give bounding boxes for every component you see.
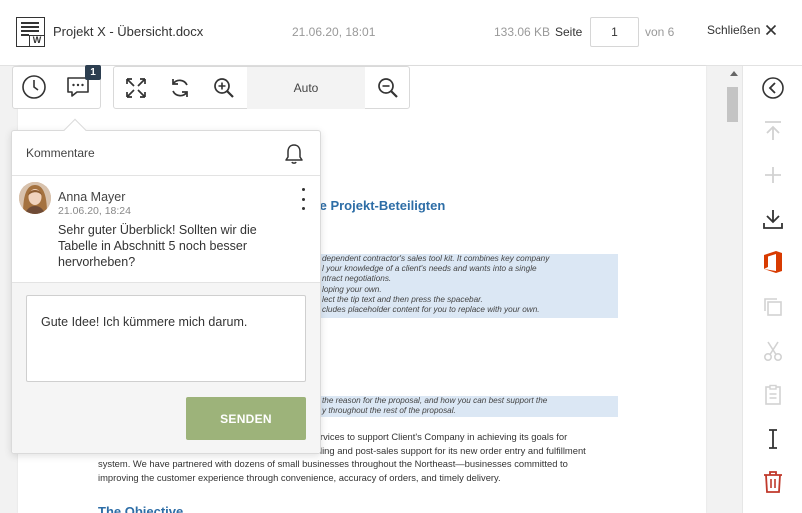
zoom-out-icon <box>378 78 398 98</box>
scissors-icon <box>763 341 783 362</box>
copy-icon <box>764 298 782 316</box>
file-name: Projekt X - Übersicht.docx <box>53 24 204 39</box>
tip-line: dependent contractor's sales tool kit. I… <box>322 254 550 263</box>
close-label: Schließen <box>707 23 761 37</box>
rename-button[interactable] <box>750 424 796 454</box>
comment-author: Anna Mayer <box>58 190 126 204</box>
download-button[interactable] <box>750 204 796 234</box>
section-heading: le Projekt-Beteiligten <box>316 198 446 213</box>
comment-text: Sehr guter Überblick! Sollten wir die Ta… <box>58 223 257 269</box>
bell-icon <box>285 144 303 164</box>
comment-count-badge: 1 <box>85 65 101 80</box>
tip-line: the reason for the proposal, and how you… <box>322 396 548 405</box>
scrollbar-thumb[interactable] <box>727 87 738 122</box>
delete-button[interactable] <box>750 467 796 497</box>
word-badge: W <box>29 35 45 47</box>
zoom-in-button[interactable] <box>208 72 240 104</box>
scrollbar-track[interactable] <box>724 66 742 513</box>
zoom-in-icon <box>214 78 234 98</box>
highlighted-tip-text-2: the reason for the proposal, and how you… <box>320 396 618 417</box>
chevron-left-circle-icon <box>762 77 784 99</box>
rotate-icon <box>172 79 188 97</box>
tip-line: lect the tip text and then press the spa… <box>322 294 483 304</box>
dot <box>301 207 305 210</box>
popover-divider <box>12 175 320 176</box>
open-in-office-button[interactable] <box>750 247 796 277</box>
upload-button[interactable] <box>750 116 796 146</box>
body-line: improving the customer experience throug… <box>98 471 501 483</box>
text-cursor-icon <box>769 429 777 449</box>
file-size: 133.06 KB <box>494 25 551 39</box>
history-button[interactable] <box>18 71 50 103</box>
tip-line: ntract negotiations. <box>322 274 392 284</box>
notification-button[interactable] <box>280 140 308 168</box>
scroll-up-arrow[interactable] <box>730 71 738 76</box>
zoom-level[interactable]: Auto <box>247 67 365 109</box>
zoom-out-button[interactable] <box>372 72 404 104</box>
comments-title: Kommentare <box>26 146 95 160</box>
page-count: von 6 <box>645 25 675 39</box>
tip-line: l your knowledge of a client's needs and… <box>322 264 537 274</box>
section-heading-objective: The Objective <box>98 504 184 513</box>
close-button[interactable]: Schließen <box>707 23 777 37</box>
dot <box>301 188 305 191</box>
clipboard-icon <box>765 384 781 405</box>
copy-button[interactable] <box>750 292 796 322</box>
comment-menu-button[interactable] <box>298 188 308 210</box>
dot <box>301 197 305 201</box>
tip-line: cludes placeholder content for you to re… <box>322 305 540 315</box>
plus-icon <box>765 167 781 183</box>
trash-icon <box>764 471 782 493</box>
fullscreen-button[interactable] <box>120 72 152 104</box>
clock-icon <box>22 75 46 99</box>
close-icon <box>766 24 777 36</box>
file-date: 21.06.20, 18:01 <box>292 25 376 39</box>
reply-input[interactable]: Gute Idee! Ich kümmere mich darum. <box>26 295 306 382</box>
download-icon <box>763 210 783 229</box>
tip-line: loping your own. <box>322 284 382 294</box>
page-number-input[interactable] <box>590 17 639 47</box>
comment-timestamp: 21.06.20, 18:24 <box>58 205 131 217</box>
office-icon <box>764 251 782 273</box>
user-photo-icon <box>19 182 51 214</box>
expand-icon <box>126 78 146 98</box>
viewer-header: W Projekt X - Übersicht.docx 21.06.20, 1… <box>0 0 802 66</box>
page-label: Seite <box>555 25 583 39</box>
highlighted-tip-text: dependent contractor's sales tool kit. I… <box>320 254 618 318</box>
send-button[interactable]: SENDEN <box>186 397 306 440</box>
paste-button[interactable] <box>750 380 796 410</box>
cut-button[interactable] <box>750 336 796 366</box>
add-button[interactable] <box>750 160 796 190</box>
word-document-icon: W <box>16 17 45 47</box>
tip-line: y throughout the rest of the proposal. <box>322 406 456 415</box>
rotate-button[interactable] <box>164 72 196 104</box>
body-line: system. We have partnered with dozens of… <box>98 458 568 469</box>
back-button[interactable] <box>750 73 796 103</box>
avatar <box>19 182 51 214</box>
upload-icon <box>765 121 781 140</box>
